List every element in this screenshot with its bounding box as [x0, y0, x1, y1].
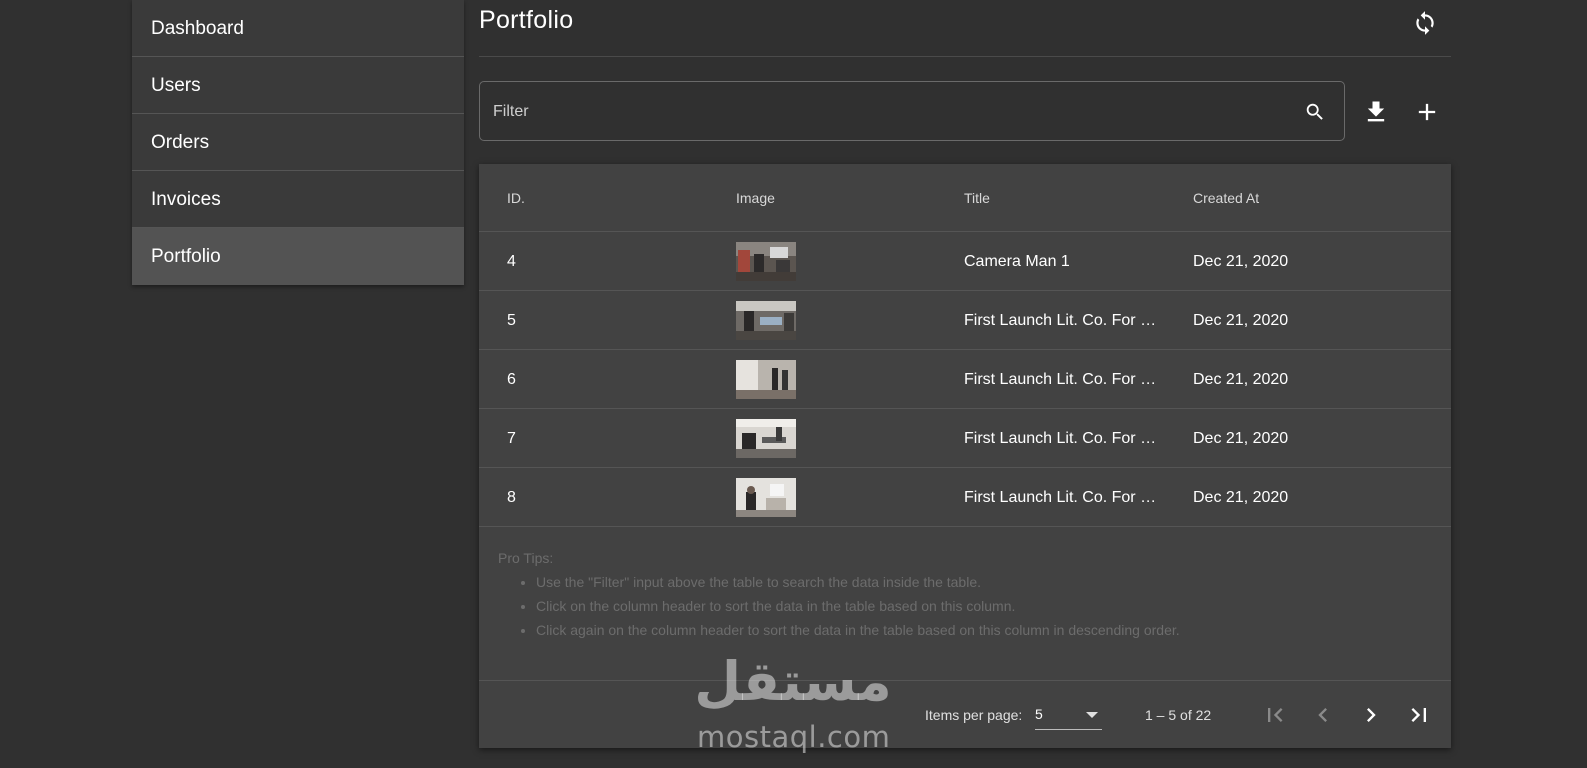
sidebar-item-invoices[interactable]: Invoices	[132, 171, 464, 228]
table-row[interactable]: 7 First Launch Lit. Co. For … Dec 21, 20…	[479, 409, 1451, 468]
pro-tips-heading: Pro Tips:	[498, 550, 554, 566]
sidebar-nav: Dashboard Users Orders Invoices Portfoli…	[132, 0, 464, 285]
cell-title: First Launch Lit. Co. For …	[964, 430, 1157, 447]
cell-id: 6	[507, 371, 516, 388]
items-per-page-label: Items per page:	[925, 707, 1023, 723]
table-row[interactable]: 4 Camera Man 1 Dec 21, 2020	[479, 232, 1451, 291]
sidebar-item-dashboard[interactable]: Dashboard	[132, 0, 464, 57]
header-divider	[479, 56, 1451, 57]
column-header-title[interactable]: Title	[964, 190, 990, 206]
table-row[interactable]: 8 First Launch Lit. Co. For … Dec 21, 20…	[479, 468, 1451, 527]
pro-tips: Pro Tips: Use the "Filter" input above t…	[498, 550, 1180, 646]
cell-created-at: Dec 21, 2020	[1193, 371, 1289, 388]
column-header-image[interactable]: Image	[736, 190, 775, 206]
table-row[interactable]: 6 First Launch Lit. Co. For … Dec 21, 20…	[479, 350, 1451, 409]
first-page-icon[interactable]	[1261, 701, 1289, 729]
cell-title: First Launch Lit. Co. For …	[964, 489, 1157, 506]
cell-id: 5	[507, 312, 516, 329]
page-range-label: 1 – 5 of 22	[1145, 707, 1212, 723]
portfolio-thumbnail	[736, 242, 796, 281]
cell-created-at: Dec 21, 2020	[1193, 253, 1289, 270]
portfolio-thumbnail	[736, 301, 796, 340]
sidebar-item-orders[interactable]: Orders	[132, 114, 464, 171]
add-icon[interactable]	[1413, 98, 1441, 126]
pro-tip-item: Click on the column header to sort the d…	[536, 598, 1180, 614]
cell-created-at: Dec 21, 2020	[1193, 430, 1289, 447]
filter-input[interactable]	[491, 82, 1275, 142]
portfolio-table: ID. Image Title Created At 4 Camera Man …	[479, 164, 1451, 748]
sidebar-item-users[interactable]: Users	[132, 57, 464, 114]
column-header-created-at[interactable]: Created At	[1193, 190, 1259, 206]
portfolio-thumbnail	[736, 419, 796, 458]
portfolio-thumbnail	[736, 360, 796, 399]
cell-created-at: Dec 21, 2020	[1193, 312, 1289, 329]
next-page-icon[interactable]	[1357, 701, 1385, 729]
cell-id: 4	[507, 253, 516, 270]
cell-id: 7	[507, 430, 516, 447]
paginator: Items per page: 5 1 – 5 of 22	[479, 680, 1451, 748]
filter-field	[479, 81, 1345, 142]
items-per-page-value: 5	[1035, 706, 1043, 722]
refresh-icon	[1416, 11, 1434, 35]
cell-id: 8	[507, 489, 516, 506]
pro-tips-list: Use the "Filter" input above the table t…	[498, 574, 1180, 638]
download-icon[interactable]	[1362, 98, 1390, 126]
page-title: Portfolio	[479, 6, 574, 34]
cell-title: First Launch Lit. Co. For …	[964, 312, 1157, 329]
pro-tip-item: Click again on the column header to sort…	[536, 622, 1180, 638]
column-header-id[interactable]: ID.	[507, 190, 525, 206]
refresh-button[interactable]	[1410, 8, 1440, 38]
table-row[interactable]: 5 First Launch Lit. Co. For … Dec 21, 20…	[479, 291, 1451, 350]
previous-page-icon[interactable]	[1309, 701, 1337, 729]
pro-tip-item: Use the "Filter" input above the table t…	[536, 574, 1180, 590]
cell-title: First Launch Lit. Co. For …	[964, 371, 1157, 388]
search-icon[interactable]	[1304, 101, 1326, 123]
sidebar-item-portfolio[interactable]: Portfolio	[132, 228, 464, 285]
items-per-page-select[interactable]: 5	[1035, 703, 1102, 730]
table-header: ID. Image Title Created At	[479, 164, 1451, 232]
portfolio-thumbnail	[736, 478, 796, 517]
dropdown-arrow-icon	[1086, 712, 1098, 718]
last-page-icon[interactable]	[1405, 701, 1433, 729]
cell-title: Camera Man 1	[964, 253, 1070, 270]
cell-created-at: Dec 21, 2020	[1193, 489, 1289, 506]
